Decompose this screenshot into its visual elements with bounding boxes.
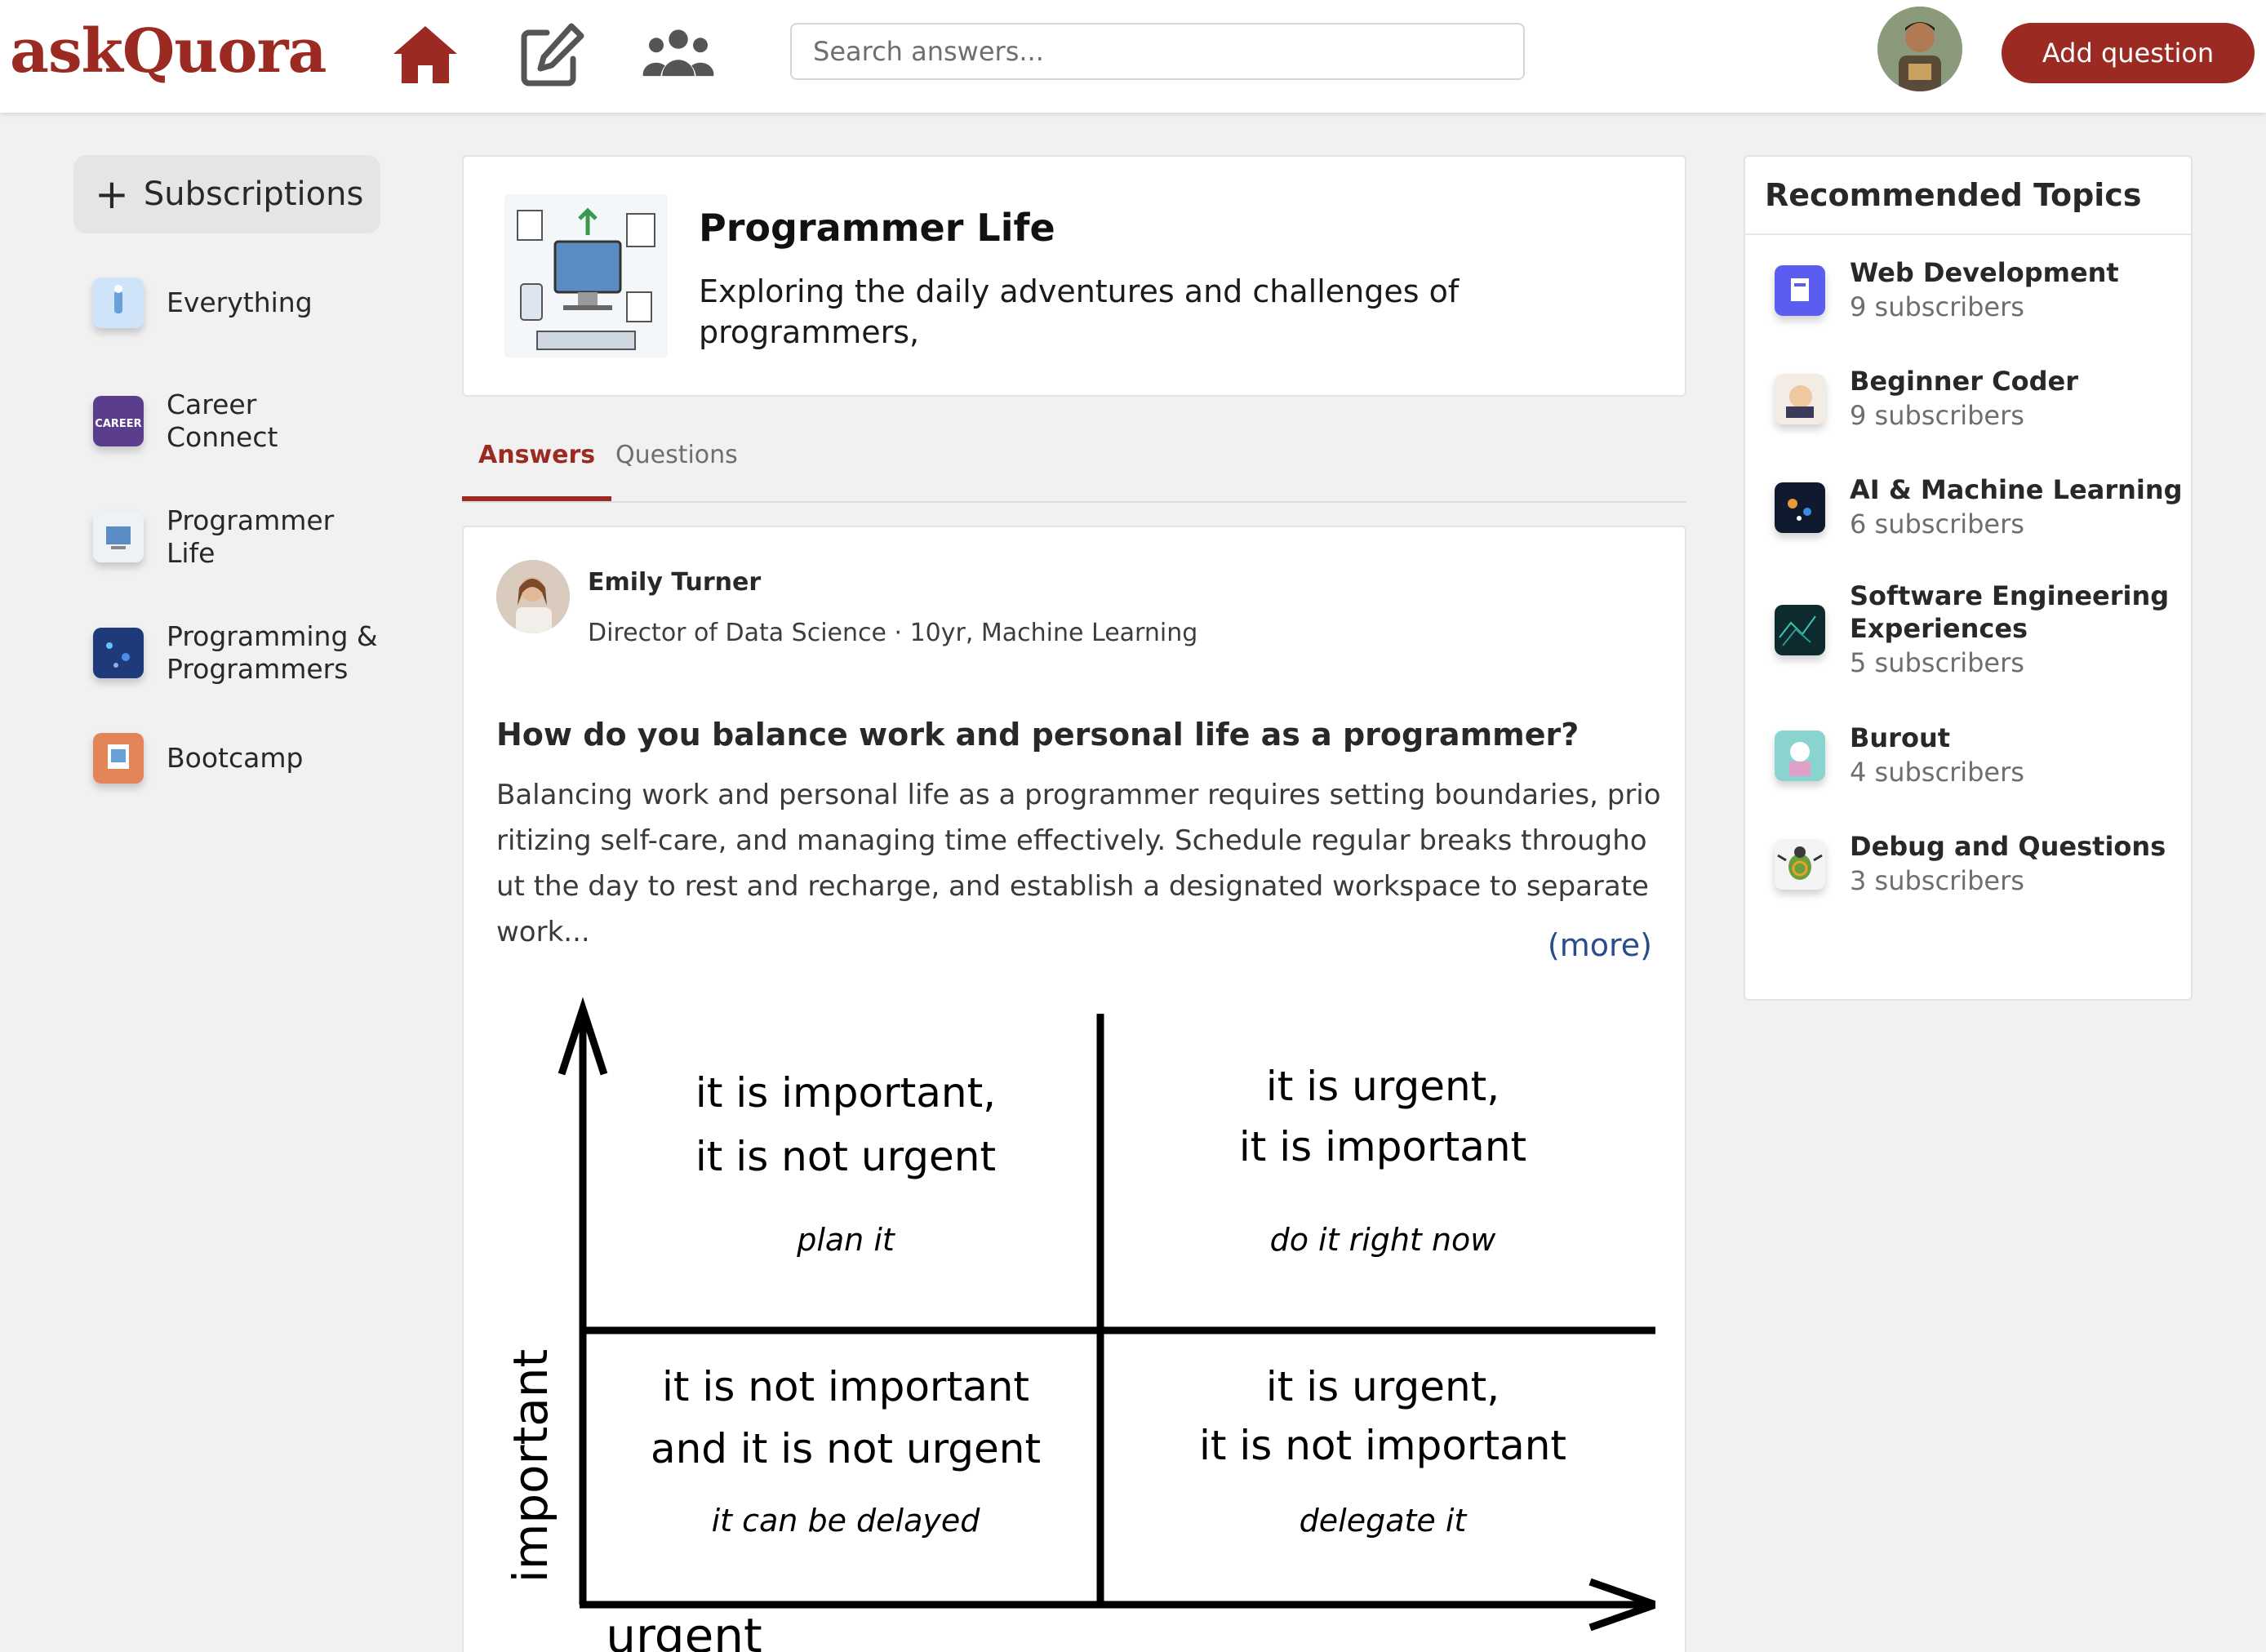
sidebar-item-label-2: Life xyxy=(167,537,215,569)
topic-name-2: Experiences xyxy=(1850,613,2028,644)
topic-web-development[interactable]: Web Development 9 subscribers xyxy=(1775,256,2119,325)
author-name[interactable]: Emily Turner xyxy=(588,568,761,597)
topic-subscribers: 6 subscribers xyxy=(1850,508,2024,540)
sidebar-item-bootcamp[interactable]: Bootcamp xyxy=(93,733,303,784)
sidebar-item-programming-programmers[interactable]: Programming & Programmers xyxy=(93,620,378,686)
topic-ai-machine-learning[interactable]: AI & Machine Learning 6 subscribers xyxy=(1775,473,2183,542)
add-question-button[interactable]: Add question xyxy=(2002,23,2255,83)
sidebar-item-label: Everything xyxy=(167,286,313,318)
bootcamp-thumbnail xyxy=(93,733,144,784)
topic-subscribers: 4 subscribers xyxy=(1850,757,2024,788)
answer-body: Balancing work and personal life as a pr… xyxy=(496,779,1661,948)
topic-thumbnail xyxy=(1775,605,1825,655)
y-axis-label: important xyxy=(503,1349,558,1583)
sidebar-item-label: Programming & xyxy=(167,620,378,652)
topic-name: AI & Machine Learning xyxy=(1850,474,2183,505)
topic-name: Software Engineering xyxy=(1850,580,2170,611)
sidebar-item-programmer-life[interactable]: Programmer Life xyxy=(93,504,334,570)
sidebar-item-label: Programmer xyxy=(167,504,335,536)
tab-answers[interactable]: Answers xyxy=(462,441,612,501)
author-credential: Director of Data Science · 10yr, Machine… xyxy=(588,619,1198,647)
home-icon[interactable] xyxy=(389,18,462,91)
topic-subscribers: 5 subscribers xyxy=(1850,647,2024,678)
topic-thumbnail xyxy=(1775,265,1825,316)
q1-line1: it is important, xyxy=(695,1069,996,1117)
top-header: askQuora Add question xyxy=(0,0,2266,113)
subscriptions-button[interactable]: + Subscriptions xyxy=(73,155,380,233)
x-axis-label: urgent xyxy=(606,1608,762,1652)
topic-name: Burout xyxy=(1850,722,1951,753)
tab-questions[interactable]: Questions xyxy=(599,441,754,501)
svg-text:CAREER: CAREER xyxy=(95,418,141,430)
q3-line1: it is not important xyxy=(662,1363,1029,1410)
question-title[interactable]: How do you balance work and personal lif… xyxy=(496,717,1579,753)
subscriptions-label: Subscriptions xyxy=(143,175,364,213)
sidebar-item-career-connect[interactable]: CAREER Career Connect xyxy=(93,389,278,454)
space-description: Exploring the daily adventures and chall… xyxy=(699,273,1460,350)
space-image xyxy=(504,194,668,357)
sidebar-item-label-2: Programmers xyxy=(167,653,349,685)
sidebar-item-label: Bootcamp xyxy=(167,742,304,774)
recommended-topics-title: Recommended Topics xyxy=(1745,157,2191,235)
recommended-topics-card: Recommended Topics Web Development 9 sub… xyxy=(1744,155,2193,1001)
sidebar-item-everything[interactable]: Everything xyxy=(93,278,313,328)
content-tabs: Answers Questions xyxy=(462,433,1686,503)
topic-burout[interactable]: Burout 4 subscribers xyxy=(1775,722,2024,790)
topic-name: Beginner Coder xyxy=(1850,366,2079,397)
user-avatar[interactable] xyxy=(1877,7,1962,91)
plus-icon: + xyxy=(95,171,129,218)
topic-thumbnail xyxy=(1775,839,1825,890)
programming-programmers-thumbnail xyxy=(93,628,144,678)
topic-name: Debug and Questions xyxy=(1850,831,2166,862)
topic-subscribers: 9 subscribers xyxy=(1850,291,2024,322)
topic-subscribers: 9 subscribers xyxy=(1850,400,2024,431)
q4-line1: it is urgent, xyxy=(1266,1363,1500,1410)
space-header-card: Programmer Life Exploring the daily adve… xyxy=(462,155,1686,397)
topic-thumbnail xyxy=(1775,482,1825,533)
eisenhower-matrix-image: important urgent it is important, it is … xyxy=(496,993,1655,1652)
q2-line2: it is important xyxy=(1239,1123,1526,1170)
q3-line2: and it is not urgent xyxy=(651,1425,1041,1472)
topic-software-engineering[interactable]: Software Engineering Experiences 5 subsc… xyxy=(1775,580,2169,681)
topic-subscribers: 3 subscribers xyxy=(1850,865,2024,896)
programmer-life-thumbnail xyxy=(93,512,144,562)
topic-beginner-coder[interactable]: Beginner Coder 9 subscribers xyxy=(1775,365,2078,433)
topic-name: Web Development xyxy=(1850,257,2119,288)
q4-action: delegate it xyxy=(1300,1503,1468,1539)
answer-card: Emily Turner Director of Data Science · … xyxy=(462,526,1686,1652)
q1-action: plan it xyxy=(796,1222,896,1258)
search-input[interactable] xyxy=(790,23,1525,80)
q2-action: do it right now xyxy=(1270,1222,1497,1258)
people-icon[interactable] xyxy=(642,18,715,91)
topic-thumbnail xyxy=(1775,731,1825,781)
q1-line2: it is not urgent xyxy=(695,1133,996,1180)
logo[interactable]: askQuora xyxy=(10,16,327,87)
career-connect-thumbnail: CAREER xyxy=(93,396,144,446)
topic-debug-questions[interactable]: Debug and Questions 3 subscribers xyxy=(1775,830,2166,899)
q4-line2: it is not important xyxy=(1199,1422,1566,1469)
q2-line1: it is urgent, xyxy=(1266,1063,1500,1110)
author-avatar[interactable] xyxy=(496,560,570,633)
sidebar-item-label-2: Connect xyxy=(167,421,278,453)
sidebar-item-label: Career xyxy=(167,389,257,420)
q3-action: it can be delayed xyxy=(712,1503,981,1539)
space-title: Programmer Life xyxy=(699,206,1055,250)
edit-icon[interactable] xyxy=(514,18,588,91)
more-link[interactable]: (more) xyxy=(1548,927,1652,963)
everything-thumbnail xyxy=(93,278,144,328)
topic-thumbnail xyxy=(1775,374,1825,424)
